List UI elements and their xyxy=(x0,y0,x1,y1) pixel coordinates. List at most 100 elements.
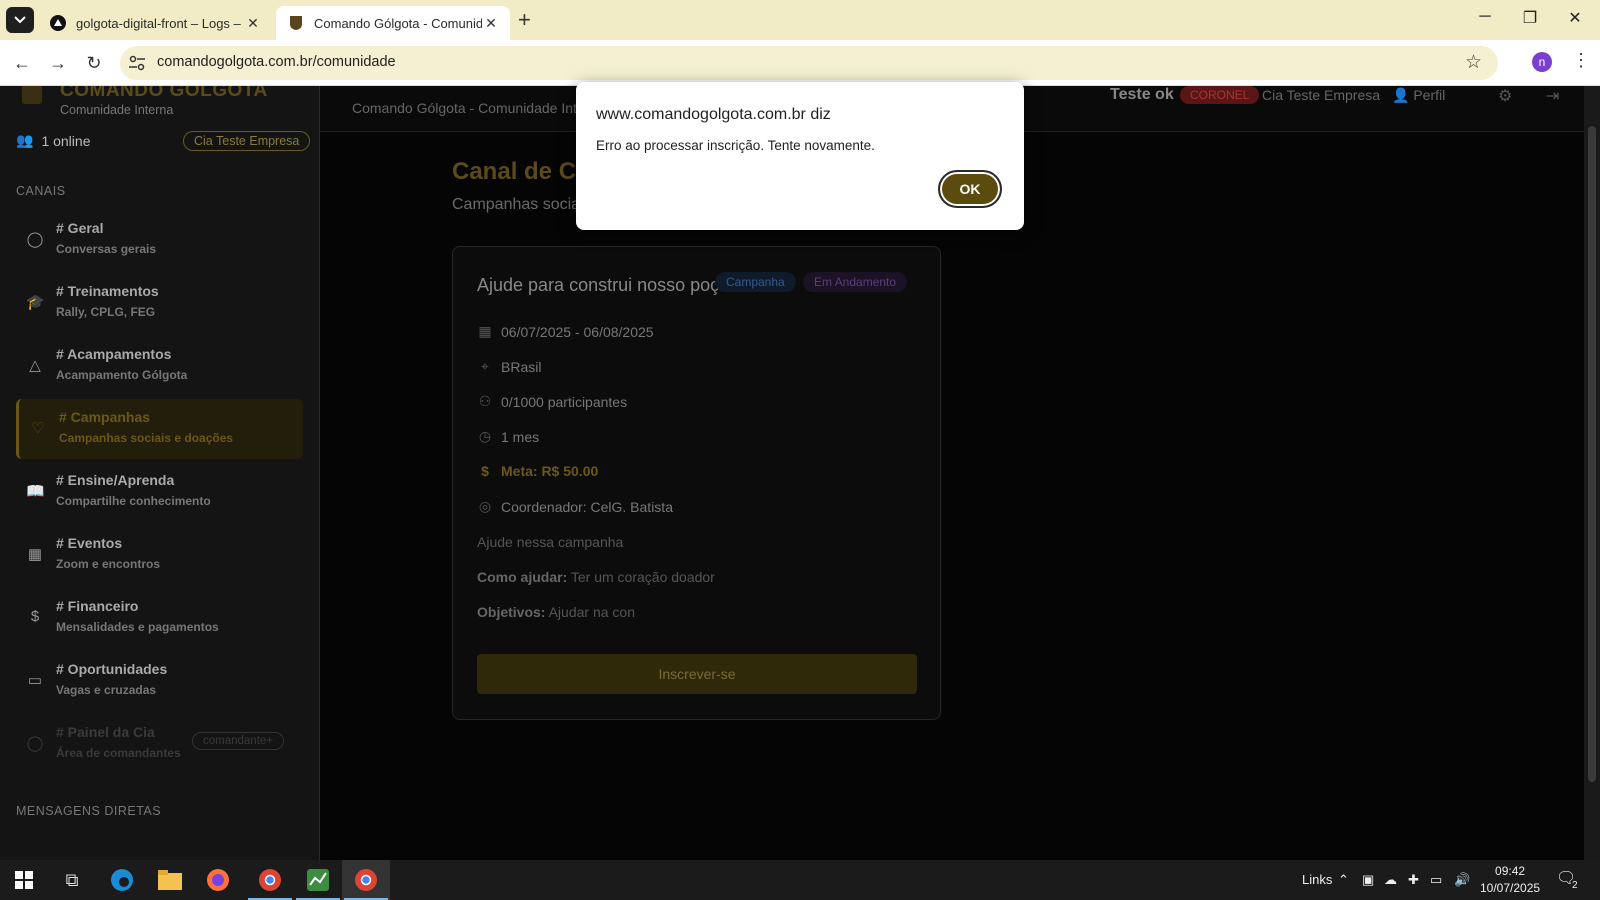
sidebar-item-painel-da-cia[interactable]: ◯ # Painel da Cia Área de comandantes co… xyxy=(16,714,303,774)
users-icon: ⚇ xyxy=(478,393,492,409)
brand-logo xyxy=(22,86,42,104)
subscribe-button[interactable]: Inscrever-se xyxy=(477,654,917,694)
tab-title: Comando Gólgota - Comunidade xyxy=(314,15,482,31)
campaign-participants: ⚇ 0/1000 participantes xyxy=(477,393,627,410)
network-icon[interactable]: ▭ xyxy=(1430,872,1442,888)
heart-icon: ♡ xyxy=(31,420,45,437)
close-icon[interactable]: ✕ xyxy=(482,15,500,32)
url-text: comandogolgota.com.br/comunidade xyxy=(157,54,396,70)
tab-logs[interactable]: golgota-digital-front – Logs – V ✕ xyxy=(38,6,272,40)
dollar-icon: $ xyxy=(30,608,40,625)
system-clock[interactable]: 09:42 10/07/2025 xyxy=(1480,863,1540,897)
campaign-dates: ▦ 06/07/2025 - 06/08/2025 xyxy=(477,323,653,340)
page-scrollbar[interactable] xyxy=(1584,86,1600,860)
dollar-icon: $ xyxy=(481,463,489,479)
meet-now-icon[interactable]: ▣ xyxy=(1362,872,1374,888)
browser-toolbar: ← → ↻ comandogolgota.com.br/comunidade ☆… xyxy=(0,40,1600,86)
channel-desc: Campanhas sociais e doações xyxy=(59,431,234,445)
minimize-icon[interactable]: ─ xyxy=(1470,8,1500,26)
restore-icon[interactable]: ❐ xyxy=(1515,8,1545,28)
volume-icon[interactable]: 🔊 xyxy=(1454,872,1470,888)
sidebar-item-geral[interactable]: ◯ # Geral Conversas gerais xyxy=(16,210,303,270)
site-shield-icon xyxy=(288,15,304,31)
sidebar-item-oportunidades[interactable]: ▭ # Oportunidades Vagas e cruzadas xyxy=(16,651,303,711)
participants-text: 0/1000 participantes xyxy=(501,393,628,410)
ok-button[interactable]: OK xyxy=(938,170,1002,208)
edge-icon[interactable] xyxy=(98,860,146,900)
brand-title: COMANDO GÓLGOTA xyxy=(60,86,268,101)
clock-icon: ◷ xyxy=(478,428,492,444)
site-info-icon[interactable] xyxy=(128,54,146,72)
campaign-goal: $ Meta: R$ 50.00 xyxy=(477,463,598,479)
campaign-description: Ajude nessa campanha xyxy=(477,534,624,550)
sidebar-item-acampamentos[interactable]: △ # Acampamentos Acampamento Gólgota xyxy=(16,336,303,396)
user-icon: 👤 xyxy=(1392,87,1410,103)
campaign-location: ⌖ BRasil xyxy=(477,358,541,375)
how-value: Ter um coração doador xyxy=(570,569,715,585)
tray-chevron-up-icon[interactable]: ⌃ xyxy=(1338,872,1349,888)
duration-text: 1 mes xyxy=(501,428,540,445)
close-icon[interactable]: ✕ xyxy=(244,15,262,32)
file-explorer-icon[interactable] xyxy=(146,860,194,900)
scrollbar-thumb[interactable] xyxy=(1588,126,1596,782)
task-view-icon[interactable]: ⧉ xyxy=(48,860,96,900)
links-toolbar[interactable]: Links xyxy=(1302,872,1332,887)
breadcrumb: Comando Gólgota - Comunidade Interna xyxy=(352,100,605,116)
new-tab-button[interactable]: + xyxy=(518,8,531,32)
objectives: Objetivos: Ajudar na con xyxy=(477,604,635,620)
brand-subtitle: Comunidade Interna xyxy=(60,103,174,117)
alert-dialog: www.comandogolgota.com.br diz Erro ao pr… xyxy=(576,82,1024,230)
channel-desc: Acampamento Gólgota xyxy=(56,368,188,382)
header-company: Cia Teste Empresa xyxy=(1262,87,1381,103)
onedrive-icon[interactable]: ☁ xyxy=(1384,872,1397,888)
chrome-profile-k-icon[interactable] xyxy=(246,860,294,900)
forward-icon[interactable]: → xyxy=(46,51,70,75)
firefox-icon[interactable] xyxy=(194,860,242,900)
campaign-duration: ◷ 1 mes xyxy=(477,428,539,445)
clock-date: 10/07/2025 xyxy=(1480,881,1541,895)
sidebar-item-campanhas[interactable]: ♡ # Campanhas Campanhas sociais e doaçõe… xyxy=(16,399,303,459)
channel-name: # Eventos xyxy=(56,535,123,551)
online-count: 1 online xyxy=(41,132,91,149)
sidebar-item-ensine-aprenda[interactable]: 📖 # Ensine/Aprenda Compartilhe conhecime… xyxy=(16,462,303,522)
profile-link[interactable]: 👤 Perfil xyxy=(1392,87,1445,104)
tent-icon: △ xyxy=(29,357,41,374)
address-bar[interactable]: comandogolgota.com.br/comunidade ☆ xyxy=(120,46,1498,80)
back-icon[interactable]: ← xyxy=(10,51,34,75)
target-icon: ◎ xyxy=(478,498,492,514)
dm-section-label: MENSAGENS DIRETAS xyxy=(16,804,162,818)
sidebar-item-eventos[interactable]: ▦ # Eventos Zoom e encontros xyxy=(16,525,303,585)
security-icon[interactable]: ✚ xyxy=(1408,872,1419,888)
more-menu-icon[interactable]: ⋮ xyxy=(1572,50,1590,71)
chrome-profile-n-icon[interactable] xyxy=(342,860,390,900)
campaign-card: Ajude para construi nosso poço Campanha … xyxy=(452,246,941,720)
tab-search-button[interactable] xyxy=(6,7,34,33)
objectives-value: Ajudar na con xyxy=(548,604,635,620)
channel-name: # Geral xyxy=(56,220,104,236)
logout-icon[interactable]: ⇥ xyxy=(1546,86,1559,106)
dialog-message: Erro ao processar inscrição. Tente novam… xyxy=(596,138,875,153)
bookmark-star-icon[interactable]: ☆ xyxy=(1465,51,1482,74)
windows-taskbar: ⧉ Links ⌃ ▣ ☁ ✚ ▭ 🔊 09:42 10/07/2025 🗨 2 xyxy=(0,860,1600,900)
sidebar-item-financeiro[interactable]: $ # Financeiro Mensalidades e pagamentos xyxy=(16,588,303,648)
tab-comunidade[interactable]: Comando Gólgota - Comunidade ✕ xyxy=(276,6,510,40)
reload-icon[interactable]: ↻ xyxy=(82,51,106,75)
profile-avatar[interactable]: n xyxy=(1532,52,1552,72)
book-icon: 📖 xyxy=(26,483,45,500)
channels-section-label: CANAIS xyxy=(16,184,66,198)
campaign-title: Ajude para construi nosso poço xyxy=(477,275,730,295)
online-indicator: 👥 1 online xyxy=(16,132,90,149)
sidebar-item-treinamentos[interactable]: 🎓 # Treinamentos Rally, CPLG, FEG xyxy=(16,273,303,333)
chevron-down-icon xyxy=(14,16,26,24)
graduation-icon: 🎓 xyxy=(26,294,45,311)
chart-app-icon[interactable] xyxy=(294,860,342,900)
channel-name: # Acampamentos xyxy=(56,346,172,362)
channel-name: # Treinamentos xyxy=(56,283,159,299)
objectives-label: Objetivos: xyxy=(477,604,546,620)
channel-desc: Zoom e encontros xyxy=(56,557,161,571)
calendar-icon: ▦ xyxy=(478,323,492,339)
window-close-icon[interactable]: ✕ xyxy=(1560,8,1590,28)
gear-icon[interactable]: ⚙ xyxy=(1498,86,1512,106)
windows-start-icon[interactable] xyxy=(0,860,48,900)
tab-title: golgota-digital-front – Logs – V xyxy=(76,15,244,31)
